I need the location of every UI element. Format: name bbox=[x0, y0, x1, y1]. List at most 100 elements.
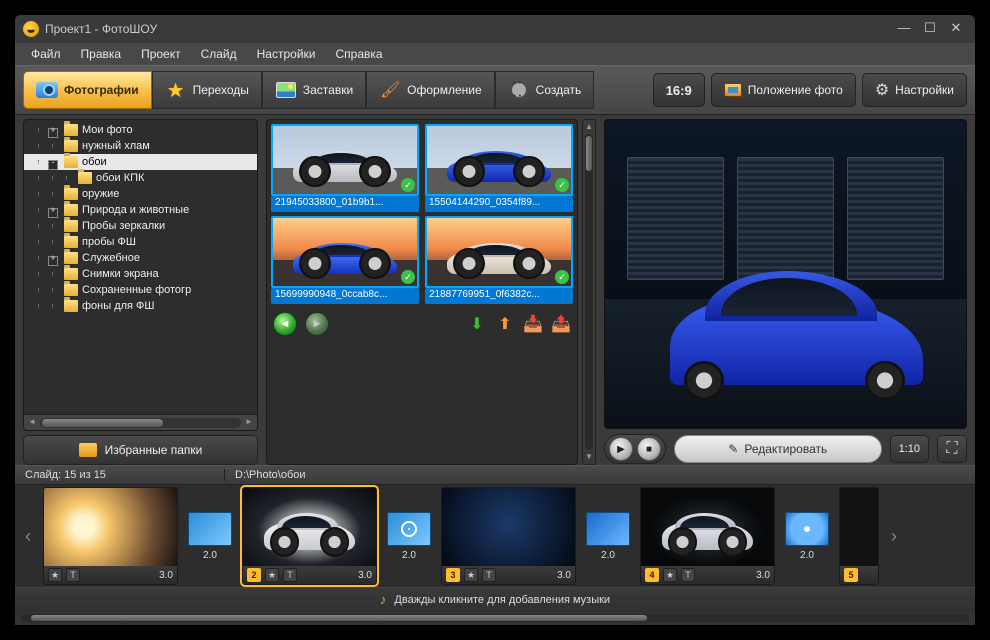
slide-star-icon[interactable]: ★ bbox=[48, 568, 62, 582]
folder-icon bbox=[64, 300, 78, 312]
music-note-icon: ♪ bbox=[380, 592, 387, 607]
slide-duration: 3.0 bbox=[358, 570, 372, 581]
slide-star-icon[interactable]: ★ bbox=[464, 568, 478, 582]
upload-button[interactable]: ⬆ bbox=[495, 314, 515, 334]
folder-icon bbox=[64, 124, 78, 136]
photo-position-button[interactable]: Положение фото bbox=[711, 73, 856, 107]
tree-item[interactable]: обои КПК bbox=[24, 170, 257, 186]
minimize-button[interactable]: — bbox=[893, 21, 915, 37]
tab-camera[interactable]: Фотографии bbox=[23, 71, 152, 109]
timeline-slide[interactable]: 5 bbox=[839, 487, 879, 585]
slide-text-icon[interactable]: T bbox=[681, 568, 695, 582]
maximize-button[interactable]: ☐ bbox=[919, 21, 941, 37]
timeline-transition[interactable]: 2.0 bbox=[385, 512, 433, 561]
menu-settings[interactable]: Настройки bbox=[247, 45, 326, 63]
slide-duration: 3.0 bbox=[557, 570, 571, 581]
folder-icon bbox=[64, 284, 78, 296]
tree-item[interactable]: Сохраненные фотогр bbox=[24, 282, 257, 298]
timeline-prev-button[interactable]: ‹ bbox=[21, 491, 35, 581]
timeline-next-button[interactable]: › bbox=[887, 491, 901, 581]
tree-item[interactable]: фоны для ФШ bbox=[24, 298, 257, 314]
nav-back-button[interactable]: ◄ bbox=[273, 312, 297, 336]
favorites-button[interactable]: Избранные папки bbox=[23, 435, 258, 465]
timeline-transition[interactable]: 2.0 bbox=[783, 512, 831, 561]
transition-duration: 2.0 bbox=[203, 550, 217, 561]
timeline-slide[interactable]: 3 ★ T 3.0 bbox=[441, 487, 576, 585]
transition-duration: 2.0 bbox=[402, 550, 416, 561]
stop-button[interactable]: ■ bbox=[637, 437, 661, 461]
timeline-transition[interactable]: 2.0 bbox=[584, 512, 632, 561]
tree-item[interactable]: +Природа и животные bbox=[24, 202, 257, 218]
slide-text-icon[interactable]: T bbox=[66, 568, 80, 582]
menu-file[interactable]: Файл bbox=[21, 45, 71, 63]
thumbnail-caption: 15699990948_0ccab8c... bbox=[271, 288, 419, 304]
gear-icon: ⚙ bbox=[875, 80, 889, 100]
thumbnail-caption: 21887769951_0f6382c... bbox=[425, 288, 573, 304]
thumbnail[interactable]: ✓15699990948_0ccab8c... bbox=[271, 216, 419, 304]
thumbs-vscrollbar[interactable]: ▲▼ bbox=[582, 119, 596, 465]
tab-star[interactable]: ★Переходы bbox=[152, 71, 262, 109]
pencil-icon: ✎ bbox=[728, 442, 738, 456]
folder-tree[interactable]: +Мои фотонужный хлам-обоиобои КПКоружие+… bbox=[23, 119, 258, 431]
timeline-transition[interactable]: 2.0 bbox=[186, 512, 234, 561]
tree-item[interactable]: пробы ФШ bbox=[24, 234, 257, 250]
menu-edit[interactable]: Правка bbox=[71, 45, 132, 63]
brush-icon: 🖌 bbox=[379, 80, 401, 100]
timeline-slide[interactable]: ★T3.0 bbox=[43, 487, 178, 585]
tree-item[interactable]: оружие bbox=[24, 186, 257, 202]
slide-text-icon[interactable]: T bbox=[283, 568, 297, 582]
menu-slide[interactable]: Слайд bbox=[191, 45, 247, 63]
status-bar: Слайд: 15 из 15 D:\Photo\обои bbox=[15, 465, 975, 485]
transition-duration: 2.0 bbox=[800, 550, 814, 561]
slide-star-icon[interactable]: ★ bbox=[265, 568, 279, 582]
timeline-slide[interactable]: 2★T3.0 bbox=[242, 487, 377, 585]
frame-icon bbox=[724, 83, 742, 97]
tree-item[interactable]: +Служебное bbox=[24, 250, 257, 266]
tab-picture[interactable]: Заставки bbox=[262, 71, 366, 109]
menu-project[interactable]: Проект bbox=[131, 45, 191, 63]
tree-item[interactable]: Пробы зеркалки bbox=[24, 218, 257, 234]
folder-icon bbox=[64, 188, 78, 200]
tab-reel[interactable]: Создать bbox=[495, 71, 595, 109]
folder-icon bbox=[64, 140, 78, 152]
folder-icon bbox=[64, 252, 78, 264]
close-button[interactable]: ✕ bbox=[945, 21, 967, 37]
add-music-bar[interactable]: ♪ Дважды кликните для добавления музыки bbox=[15, 587, 975, 611]
slide-star-icon[interactable]: ★ bbox=[663, 568, 677, 582]
tree-item[interactable]: нужный хлам bbox=[24, 138, 257, 154]
download-button[interactable]: ⬇ bbox=[467, 314, 487, 334]
folder-icon bbox=[64, 204, 78, 216]
nav-fwd-button[interactable]: ► bbox=[305, 312, 329, 336]
reel-icon bbox=[508, 80, 530, 100]
edit-button[interactable]: ✎Редактировать bbox=[674, 435, 882, 463]
thumbnail[interactable]: ✓15504144290_0354f89... bbox=[425, 124, 573, 212]
menu-help[interactable]: Справка bbox=[325, 45, 392, 63]
thumbnail[interactable]: ✓ 21887769951_0f6382c... bbox=[425, 216, 573, 304]
play-button[interactable]: ▶ bbox=[609, 437, 633, 461]
slide-number-badge: 4 bbox=[645, 568, 659, 582]
folder-icon bbox=[64, 236, 78, 248]
import-folder-button[interactable]: 📥 bbox=[523, 314, 543, 334]
export-folder-button[interactable]: 📤 bbox=[551, 314, 571, 334]
tab-brush[interactable]: 🖌Оформление bbox=[366, 71, 494, 109]
camera-icon bbox=[36, 80, 58, 100]
check-icon: ✓ bbox=[555, 178, 569, 192]
timeline-slide[interactable]: 4★T3.0 bbox=[640, 487, 775, 585]
slide-counter: Слайд: 15 из 15 bbox=[15, 469, 225, 481]
tree-item[interactable]: -обои bbox=[24, 154, 257, 170]
slide-text-icon[interactable]: T bbox=[482, 568, 496, 582]
preview-viewport bbox=[604, 119, 967, 429]
check-icon: ✓ bbox=[555, 270, 569, 284]
aspect-ratio-button[interactable]: 16:9 bbox=[653, 73, 705, 107]
tree-item[interactable]: +Мои фото bbox=[24, 122, 257, 138]
tree-hscrollbar[interactable]: ◄► bbox=[24, 414, 257, 430]
slide-number-badge: 3 bbox=[446, 568, 460, 582]
thumbnail[interactable]: ✓21945033800_01b9b1... bbox=[271, 124, 419, 212]
timeline-hscrollbar[interactable] bbox=[15, 611, 975, 625]
menu-bar: Файл Правка Проект Слайд Настройки Справ… bbox=[15, 43, 975, 65]
settings-button[interactable]: ⚙Настройки bbox=[862, 73, 967, 107]
tree-item[interactable]: Снимки экрана bbox=[24, 266, 257, 282]
time-display: 1:10 bbox=[890, 435, 929, 463]
aspect-icon: 16:9 bbox=[666, 83, 692, 98]
fullscreen-button[interactable]: ⛶ bbox=[937, 435, 967, 463]
